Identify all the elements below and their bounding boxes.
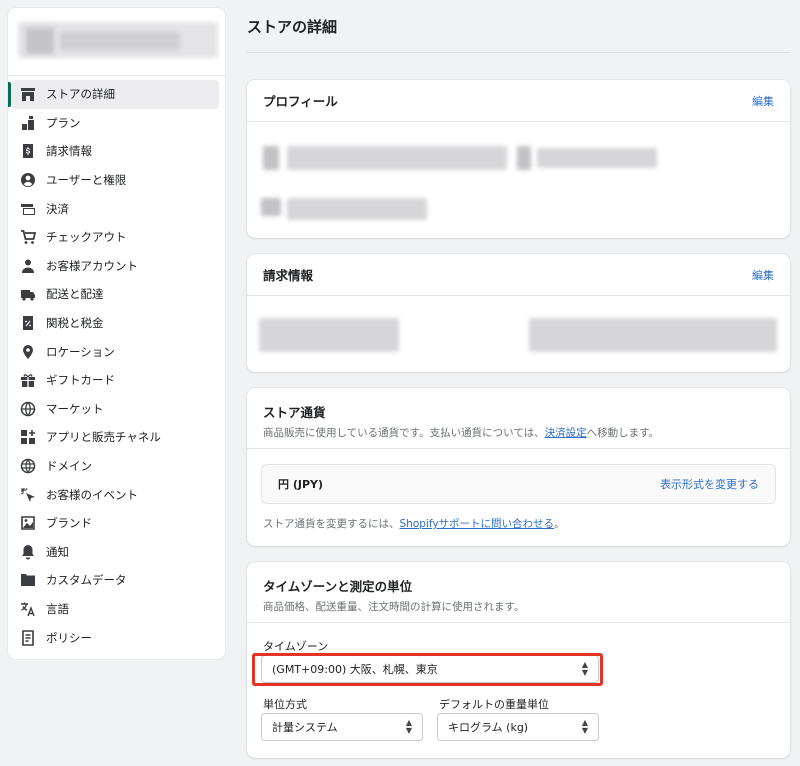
bell-icon: [20, 544, 36, 560]
select-arrows-icon: ▲ ▼: [581, 718, 588, 735]
brand-icon: [20, 515, 36, 531]
sidebar-item-events[interactable]: お客様のイベント: [8, 480, 225, 509]
sidebar-item-label: ドメイン: [46, 459, 92, 474]
sidebar-item-brand[interactable]: ブランド: [8, 509, 225, 538]
unit-system-label: 単位方式: [263, 698, 307, 711]
sidebar-item-tax[interactable]: 関税と税金: [8, 309, 225, 338]
domain-icon: [20, 458, 36, 474]
sidebar-item-label: ユーザーと権限: [46, 173, 127, 188]
profile-edit-link[interactable]: 編集: [752, 93, 774, 109]
billing-icon: [20, 143, 36, 159]
sidebar-item-cart[interactable]: チェックアウト: [8, 223, 225, 252]
sidebar-item-label: ブランド: [46, 516, 92, 531]
sidebar-item-user-circle[interactable]: ユーザーと権限: [8, 166, 225, 195]
sidebar-item-custom-data[interactable]: カスタムデータ: [8, 566, 225, 595]
sidebar-item-plan[interactable]: プラン: [8, 109, 225, 138]
contact-support-link[interactable]: Shopifyサポートに問い合わせる: [400, 518, 555, 530]
sidebar-item-label: お客様アカウント: [46, 258, 138, 273]
sidebar-item-globe[interactable]: マーケット: [8, 395, 225, 424]
sidebar-item-domain[interactable]: ドメイン: [8, 452, 225, 481]
sidebar-item-billing[interactable]: 請求情報: [8, 137, 225, 166]
sidebar-item-payment[interactable]: 決済: [8, 194, 225, 223]
globe-icon: [20, 401, 36, 417]
payment-settings-link[interactable]: 決済設定: [545, 427, 587, 439]
plan-icon: [20, 115, 36, 131]
sidebar-item-gift[interactable]: ギフトカード: [8, 366, 225, 395]
currency-description: 商品販売に使用している通貨です。支払い通貨については、決済設定へ移動します。: [263, 427, 660, 439]
custom-data-icon: [20, 572, 36, 588]
sidebar-item-bell[interactable]: 通知: [8, 538, 225, 567]
truck-icon: [20, 286, 36, 302]
gift-icon: [20, 372, 36, 388]
payment-icon: [20, 201, 36, 217]
store-header[interactable]: [8, 8, 225, 76]
billing-title: 請求情報: [263, 268, 314, 283]
sidebar-item-label: アプリと販売チャネル: [46, 430, 161, 445]
sidebar-item-language[interactable]: 言語: [8, 595, 225, 624]
policy-icon: [20, 629, 36, 646]
currency-card: ストア通貨 商品販売に使用している通貨です。支払い通貨については、決済設定へ移動…: [247, 388, 790, 546]
timezone-select[interactable]: (GMT+09:00) 大阪、札幌、東京 ▲ ▼: [261, 655, 599, 683]
sidebar-item-truck[interactable]: 配送と配達: [8, 280, 225, 309]
weight-unit-select[interactable]: キログラム (kg) ▲ ▼: [437, 713, 599, 741]
sidebar-item-apps[interactable]: アプリと販売チャネル: [8, 423, 225, 452]
change-format-link[interactable]: 表示形式を変更する: [660, 476, 759, 492]
select-arrows-icon: ▲ ▼: [581, 660, 588, 677]
profile-card: プロフィール 編集: [247, 80, 790, 238]
sidebar-item-label: ストアの詳細: [46, 87, 115, 102]
unit-system-select[interactable]: 計量システム ▲ ▼: [261, 713, 423, 741]
events-icon: [20, 487, 36, 503]
language-icon: [20, 601, 36, 617]
timezone-card: タイムゾーンと測定の単位 商品価格、配送重量、注文時間の計算に使用されます。 タ…: [247, 562, 790, 758]
timezone-label: タイムゾーン: [263, 640, 329, 653]
title-divider: [247, 52, 790, 53]
sidebar-item-label: プラン: [46, 115, 81, 130]
sidebar-item-label: 配送と配達: [46, 287, 104, 302]
apps-icon: [20, 429, 36, 445]
page-title: ストアの詳細: [247, 18, 338, 36]
sidebar-item-person[interactable]: お客様アカウント: [8, 252, 225, 281]
sidebar-item-label: 関税と税金: [46, 316, 104, 331]
sidebar-item-label: 請求情報: [46, 144, 92, 159]
settings-nav: ストアの詳細 プラン請求情報ユーザーと権限 決済チェックアウト お客様アカウント 配送と…: [8, 80, 225, 652]
currency-footer: ストア通貨を変更するには、Shopifyサポートに問い合わせる。: [263, 518, 565, 530]
sidebar-item-label: カスタムデータ: [46, 573, 127, 588]
sidebar-item-label: マーケット: [46, 401, 104, 416]
person-icon: [20, 258, 36, 274]
timezone-title: タイムゾーンと測定の単位: [263, 579, 413, 594]
profile-title: プロフィール: [263, 94, 338, 109]
billing-card: 請求情報 編集: [247, 254, 790, 372]
location-icon: [20, 344, 36, 360]
currency-title: ストア通貨: [263, 405, 326, 420]
sidebar-item-label: チェックアウト: [46, 230, 127, 245]
sidebar-item-label: 言語: [46, 601, 69, 616]
timezone-description: 商品価格、配送重量、注文時間の計算に使用されます。: [263, 601, 525, 613]
sidebar-item-label: ロケーション: [46, 344, 115, 359]
settings-sidebar: ストアの詳細 プラン請求情報ユーザーと権限 決済チェックアウト お客様アカウント 配送と…: [8, 8, 225, 659]
weight-unit-label: デフォルトの重量単位: [439, 698, 549, 711]
billing-edit-link[interactable]: 編集: [752, 267, 774, 283]
cart-icon: [20, 229, 36, 245]
select-arrows-icon: ▲ ▼: [405, 718, 412, 735]
sidebar-item-location[interactable]: ロケーション: [8, 337, 225, 366]
tax-icon: [20, 315, 36, 331]
sidebar-item-label: お客様のイベント: [46, 487, 138, 502]
sidebar-item-label: 決済: [46, 201, 69, 216]
sidebar-item-policy[interactable]: ポリシー: [8, 623, 225, 652]
store-icon: [20, 86, 36, 102]
sidebar-item-label: 通知: [46, 544, 69, 559]
currency-box: 円 (JPY) 表示形式を変更する: [261, 464, 776, 504]
sidebar-item-label: ギフトカード: [46, 373, 115, 388]
sidebar-item-label: ポリシー: [46, 630, 92, 645]
sidebar-item-store[interactable]: ストアの詳細: [8, 80, 219, 109]
user-circle-icon: [20, 172, 36, 188]
currency-value: 円 (JPY): [278, 478, 324, 491]
